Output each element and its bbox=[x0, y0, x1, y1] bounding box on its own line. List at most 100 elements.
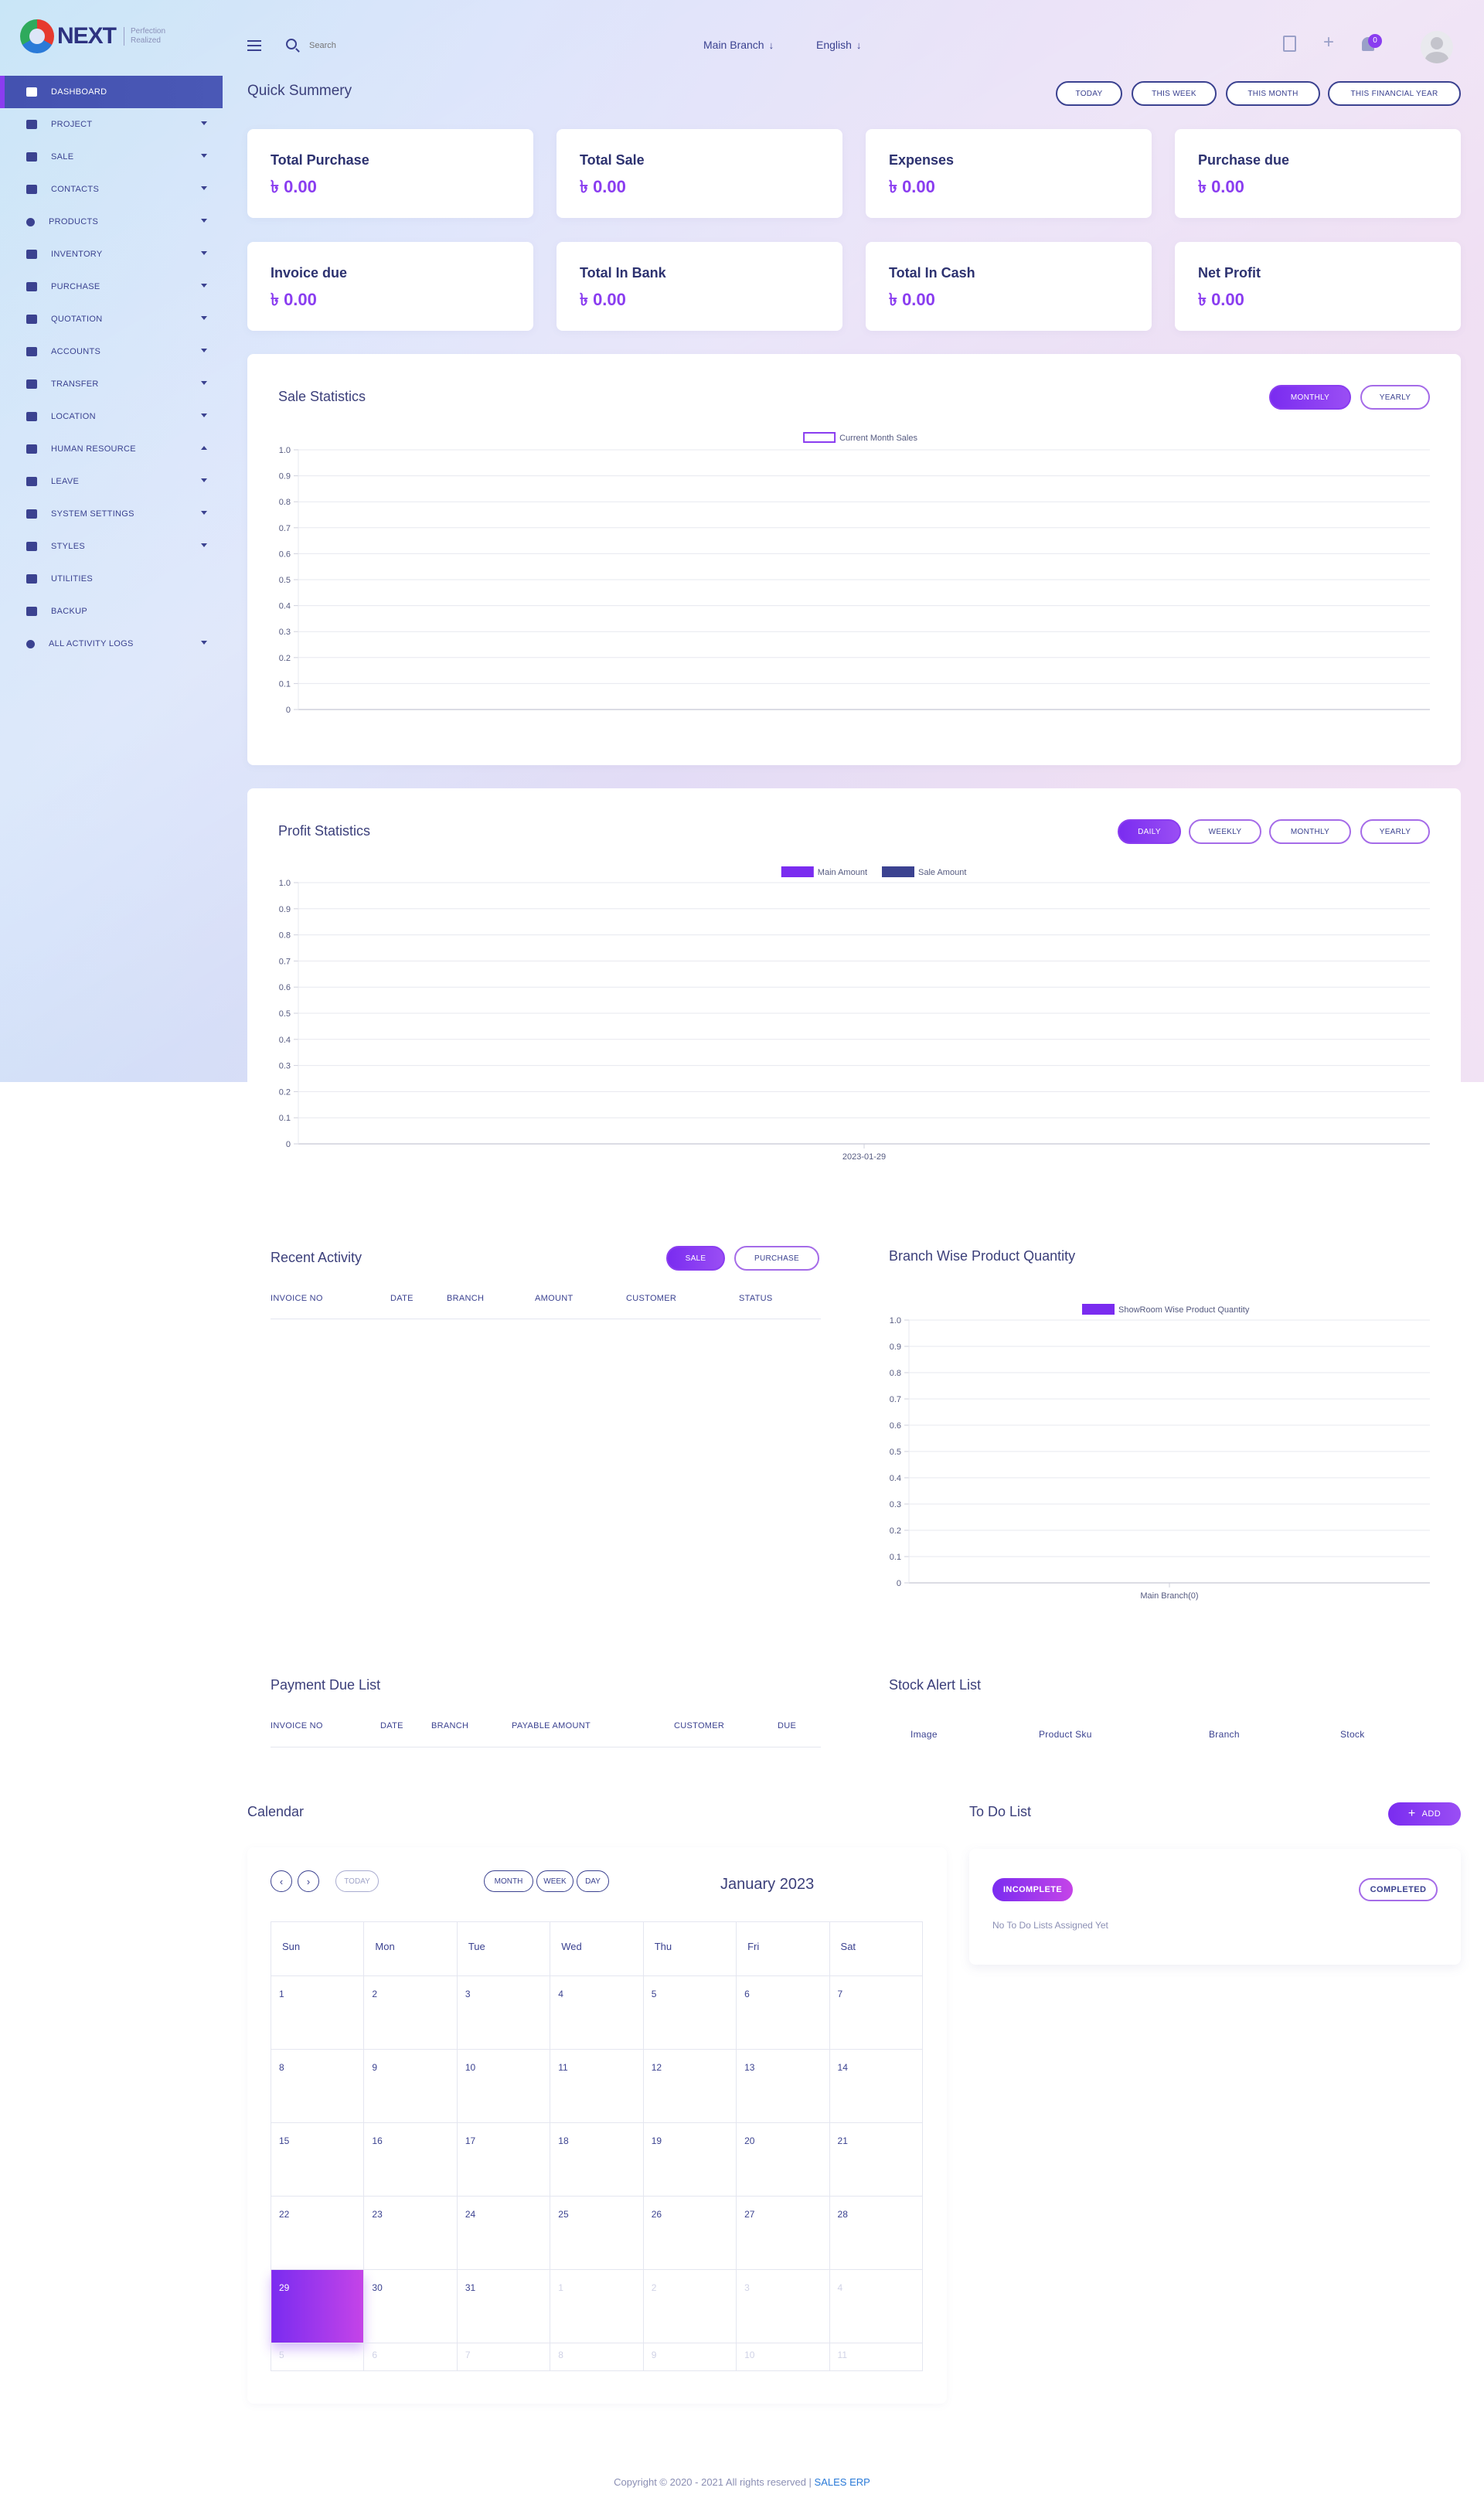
profit-daily-button[interactable]: DAILY bbox=[1118, 819, 1181, 844]
profit-yearly-button[interactable]: YEARLY bbox=[1360, 819, 1430, 844]
calendar-day[interactable]: 26 bbox=[642, 2196, 737, 2270]
calendar-day[interactable]: 8 bbox=[550, 2343, 644, 2371]
calendar-day[interactable]: 3 bbox=[456, 1975, 551, 2050]
profit-weekly-button[interactable]: WEEKLY bbox=[1189, 819, 1261, 844]
calendar-day-button[interactable]: DAY bbox=[577, 1870, 609, 1892]
sidebar-item-purchase[interactable]: PURCHASE bbox=[0, 271, 223, 303]
calendar-day[interactable]: 3 bbox=[736, 2269, 830, 2343]
todo-completed-tab[interactable]: COMPLETED bbox=[1359, 1878, 1438, 1901]
sidebar-item-project[interactable]: PROJECT bbox=[0, 108, 223, 141]
calendar-day[interactable]: 2 bbox=[363, 1975, 458, 2050]
hamburger-menu-icon[interactable] bbox=[247, 40, 261, 51]
calendar-day[interactable]: 4 bbox=[829, 2269, 924, 2343]
plus-icon[interactable]: + bbox=[1320, 33, 1337, 52]
branch-select[interactable]: Main Branch ↓ bbox=[703, 39, 774, 51]
calendar-day[interactable]: 16 bbox=[363, 2122, 458, 2197]
sidebar-item-system-settings[interactable]: SYSTEM SETTINGS bbox=[0, 498, 223, 530]
calendar-day[interactable]: 7 bbox=[829, 1975, 924, 2050]
sidebar-item-accounts[interactable]: ACCOUNTS bbox=[0, 335, 223, 368]
calendar-day[interactable]: 2 bbox=[642, 2269, 737, 2343]
chevron-left-icon[interactable]: ‹ bbox=[271, 1870, 292, 1892]
calendar-day[interactable]: 4 bbox=[550, 1975, 644, 2050]
calendar-day[interactable]: 1 bbox=[550, 2269, 644, 2343]
recent-sale-button[interactable]: SALE bbox=[666, 1246, 725, 1271]
calendar-day[interactable]: 12 bbox=[642, 2049, 737, 2123]
calendar-day[interactable]: 29 bbox=[270, 2269, 365, 2343]
calendar-day[interactable]: 13 bbox=[736, 2049, 830, 2123]
legend-swatch[interactable] bbox=[1082, 1304, 1115, 1315]
calendar-today-button[interactable]: TODAY bbox=[335, 1870, 379, 1892]
sidebar-item-leave[interactable]: LEAVE bbox=[0, 465, 223, 498]
calendar-day[interactable]: 20 bbox=[736, 2122, 830, 2197]
calendar-day[interactable]: 9 bbox=[642, 2343, 737, 2371]
language-select[interactable]: English ↓ bbox=[816, 39, 861, 51]
sidebar-item-human-resource[interactable]: HUMAN RESOURCE bbox=[0, 433, 223, 465]
legend-swatch[interactable] bbox=[803, 432, 836, 443]
calendar-day[interactable]: 22 bbox=[270, 2196, 365, 2270]
todo-add-button[interactable]: + ADD bbox=[1388, 1802, 1461, 1826]
legend-swatch[interactable] bbox=[781, 866, 814, 877]
avatar[interactable] bbox=[1421, 31, 1453, 63]
filter-this-month-button[interactable]: THIS MONTH bbox=[1226, 81, 1320, 106]
sidebar-item-quotation[interactable]: QUOTATION bbox=[0, 303, 223, 335]
legend-swatch[interactable] bbox=[882, 866, 914, 877]
sidebar-item-products[interactable]: PRODUCTS bbox=[0, 206, 223, 238]
calendar-day[interactable]: 28 bbox=[829, 2196, 924, 2270]
calendar-day[interactable]: 5 bbox=[270, 2343, 365, 2371]
book-icon[interactable] bbox=[1283, 36, 1296, 52]
calendar-day[interactable]: 25 bbox=[550, 2196, 644, 2270]
calendar-day[interactable]: 18 bbox=[550, 2122, 644, 2197]
logo[interactable]: NEXT Perfection Realized bbox=[20, 17, 178, 56]
calendar-day[interactable]: 15 bbox=[270, 2122, 365, 2197]
todo-incomplete-tab[interactable]: INCOMPLETE bbox=[992, 1878, 1073, 1901]
sale-yearly-button[interactable]: YEARLY bbox=[1360, 385, 1430, 410]
legend-label[interactable]: ShowRoom Wise Product Quantity bbox=[1118, 1305, 1250, 1315]
legend-label[interactable]: Current Month Sales bbox=[839, 434, 917, 443]
calendar-day[interactable]: 17 bbox=[456, 2122, 551, 2197]
calendar-day[interactable]: 27 bbox=[736, 2196, 830, 2270]
calendar-day[interactable]: 11 bbox=[550, 2049, 644, 2123]
calendar-day[interactable]: 31 bbox=[456, 2269, 551, 2343]
calendar-day[interactable]: 21 bbox=[829, 2122, 924, 2197]
calendar-day[interactable]: 11 bbox=[829, 2343, 924, 2371]
calendar-day[interactable]: 5 bbox=[642, 1975, 737, 2050]
calendar-day[interactable]: 6 bbox=[363, 2343, 458, 2371]
sidebar-item-all-activity-logs[interactable]: ALL ACTIVITY LOGS bbox=[0, 628, 223, 660]
calendar-month-button[interactable]: MONTH bbox=[484, 1870, 533, 1892]
language-select-label: English bbox=[816, 39, 852, 51]
calendar-day[interactable]: 10 bbox=[456, 2049, 551, 2123]
sidebar-item-sale[interactable]: SALE bbox=[0, 141, 223, 173]
calendar-day[interactable]: 30 bbox=[363, 2269, 458, 2343]
sidebar-item-styles[interactable]: STYLES bbox=[0, 530, 223, 563]
calendar-day[interactable]: 9 bbox=[363, 2049, 458, 2123]
filter-this-week-button[interactable]: THIS WEEK bbox=[1132, 81, 1217, 106]
sidebar-item-backup[interactable]: BACKUP bbox=[0, 595, 223, 628]
footer-brand-link[interactable]: SALES ERP bbox=[815, 2476, 870, 2488]
sidebar-item-utilities[interactable]: UTILITIES bbox=[0, 563, 223, 595]
profit-monthly-button[interactable]: MONTHLY bbox=[1269, 819, 1351, 844]
sidebar-item-dashboard[interactable]: DASHBOARD bbox=[0, 76, 223, 108]
calendar-day[interactable]: 1 bbox=[270, 1975, 365, 2050]
calendar-day[interactable]: 10 bbox=[736, 2343, 830, 2371]
calendar-week-button[interactable]: WEEK bbox=[536, 1870, 574, 1892]
search-input[interactable] bbox=[309, 38, 464, 53]
filter-today-button[interactable]: TODAY bbox=[1056, 81, 1122, 106]
sidebar-item-inventory[interactable]: INVENTORY bbox=[0, 238, 223, 271]
calendar-day[interactable]: 8 bbox=[270, 2049, 365, 2123]
sidebar-item-contacts[interactable]: CONTACTS bbox=[0, 173, 223, 206]
calendar-day[interactable]: 19 bbox=[642, 2122, 737, 2197]
sale-monthly-button[interactable]: MONTHLY bbox=[1269, 385, 1351, 410]
sidebar-item-location[interactable]: LOCATION bbox=[0, 400, 223, 433]
calendar-day[interactable]: 14 bbox=[829, 2049, 924, 2123]
legend-label[interactable]: Main Amount bbox=[818, 868, 867, 877]
calendar-day[interactable]: 6 bbox=[736, 1975, 830, 2050]
legend-label[interactable]: Sale Amount bbox=[918, 868, 966, 877]
calendar-day[interactable]: 24 bbox=[456, 2196, 551, 2270]
calendar-day[interactable]: 23 bbox=[363, 2196, 458, 2270]
sidebar-item-transfer[interactable]: TRANSFER bbox=[0, 368, 223, 400]
filter-this-financial-year-button[interactable]: THIS FINANCIAL YEAR bbox=[1328, 81, 1461, 106]
recent-purchase-button[interactable]: PURCHASE bbox=[734, 1246, 819, 1271]
calendar-day[interactable]: 7 bbox=[456, 2343, 551, 2371]
chevron-right-icon[interactable]: › bbox=[298, 1870, 319, 1892]
search-icon[interactable] bbox=[286, 39, 297, 49]
